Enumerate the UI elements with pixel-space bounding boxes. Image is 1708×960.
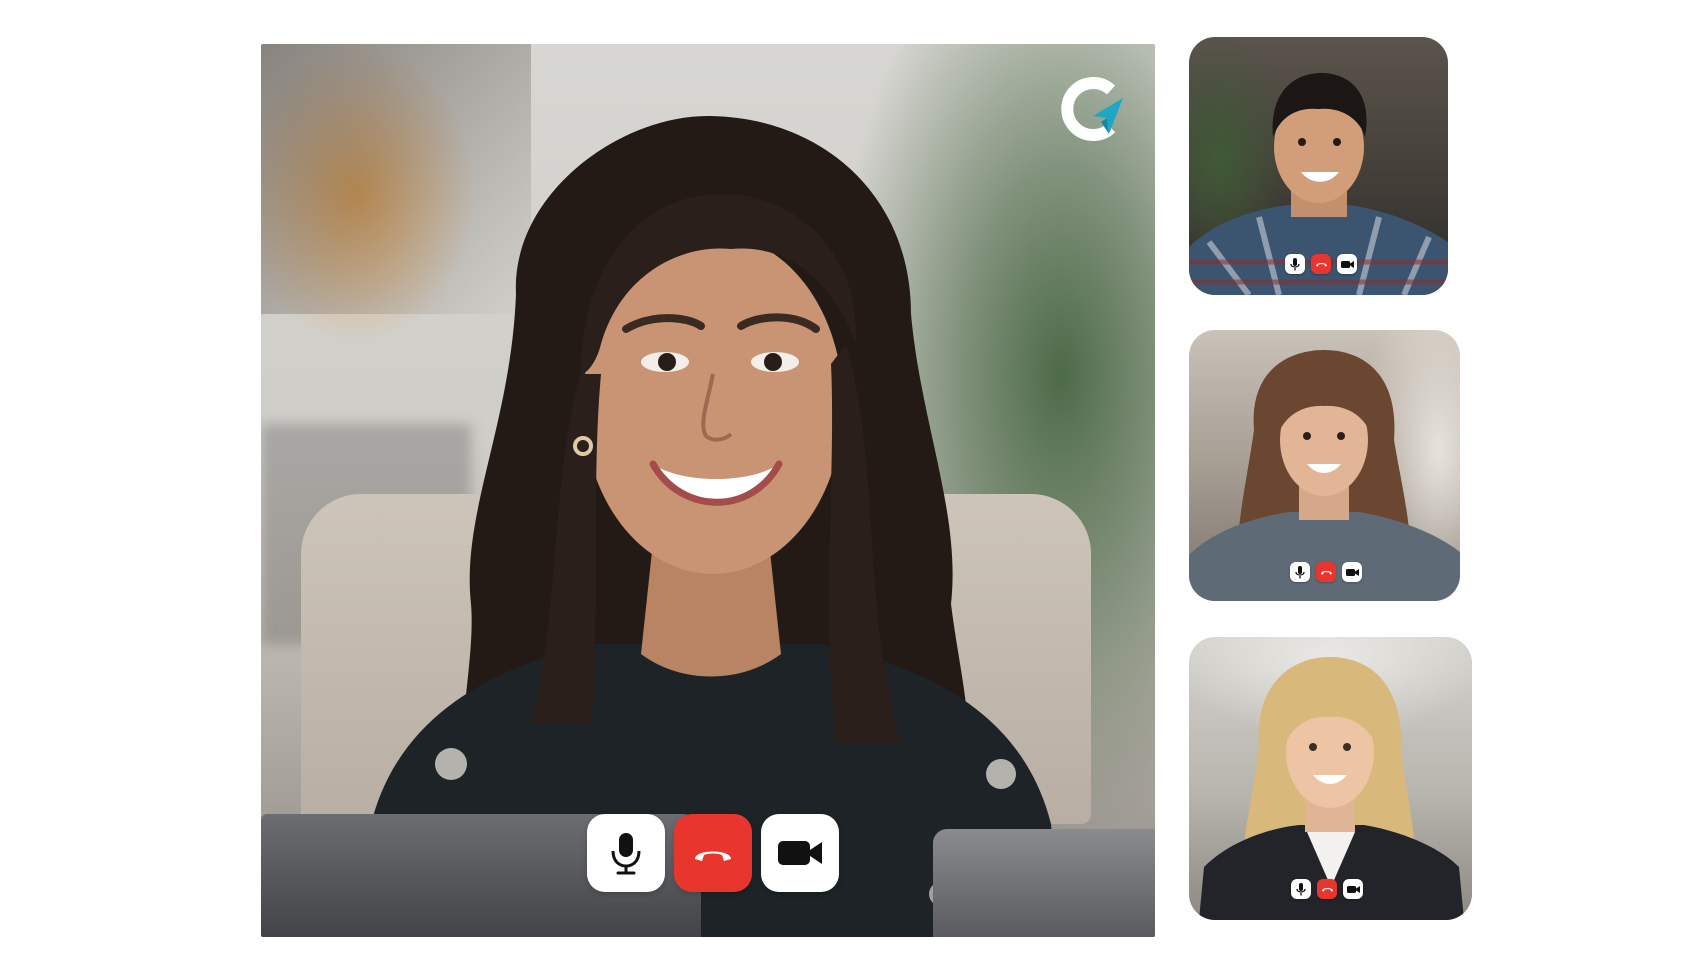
microphone-icon	[1295, 565, 1305, 578]
participant-tile-1[interactable]	[1189, 37, 1448, 295]
microphone-icon	[611, 833, 641, 875]
participant-2-mute-button[interactable]	[1290, 562, 1310, 582]
participant-3-controls	[1291, 879, 1363, 899]
laptop-right	[933, 829, 1155, 937]
video-camera-icon	[1345, 568, 1359, 576]
video-camera-icon	[1340, 260, 1354, 268]
mute-button[interactable]	[587, 814, 665, 892]
participant-1-mute-button[interactable]	[1285, 254, 1305, 274]
phone-hangup-icon	[1315, 263, 1327, 267]
participant-2-camera-button[interactable]	[1342, 562, 1362, 582]
video-call-gallery	[0, 0, 1708, 960]
microphone-icon	[1290, 257, 1300, 270]
phone-hangup-icon	[695, 851, 731, 861]
participant-3-end-call-button[interactable]	[1317, 879, 1337, 899]
camera-button[interactable]	[761, 814, 839, 892]
phone-hangup-icon	[1321, 888, 1333, 892]
participant-3-mute-button[interactable]	[1291, 879, 1311, 899]
participant-video-2	[1189, 350, 1460, 601]
main-participant-video	[361, 115, 1061, 937]
participant-tile-2[interactable]	[1189, 330, 1460, 601]
main-video-tile[interactable]	[261, 44, 1155, 937]
participant-2-controls	[1290, 562, 1362, 582]
participant-1-camera-button[interactable]	[1337, 254, 1357, 274]
participant-video-3	[1199, 657, 1464, 920]
microphone-icon	[1296, 882, 1306, 895]
participant-1-end-call-button[interactable]	[1311, 254, 1331, 274]
call-controls	[587, 814, 839, 892]
end-call-button[interactable]	[674, 814, 752, 892]
participant-2-end-call-button[interactable]	[1316, 562, 1336, 582]
participant-3-camera-button[interactable]	[1343, 879, 1363, 899]
video-camera-icon	[778, 841, 822, 865]
brand-logo-icon	[1061, 77, 1123, 141]
participant-tile-3[interactable]	[1189, 637, 1472, 920]
phone-hangup-icon	[1320, 571, 1332, 575]
video-camera-icon	[1346, 885, 1360, 893]
participant-1-controls	[1285, 254, 1357, 274]
